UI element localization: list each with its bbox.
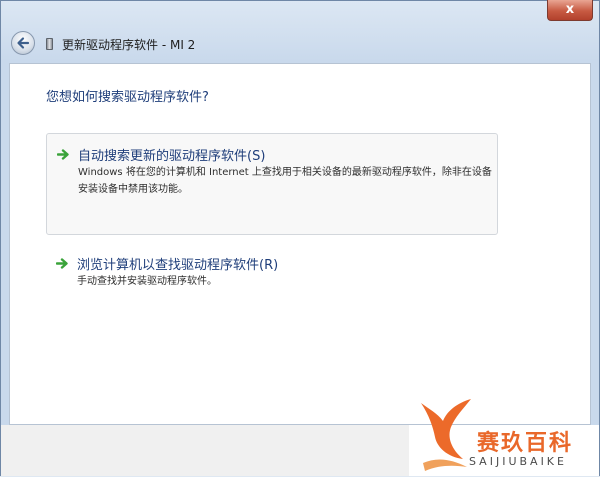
title-bar: 更新驱动程序软件 - MI 2: [1, 27, 599, 63]
watermark-chinese-text: 赛玖百科: [477, 431, 574, 456]
browse-computer-option[interactable]: 浏览计算机以查找驱动程序软件(R) 手动查找并安装驱动程序软件。: [46, 246, 498, 296]
dialog-window: x 更新驱动程序软件 - MI 2 您想如何搜索驱动程序软件? 自动搜索更新的驱…: [0, 0, 600, 476]
question-heading: 您想如何搜索驱动程序软件?: [46, 90, 209, 105]
phone-device-icon: [46, 38, 53, 50]
close-button[interactable]: x: [547, 0, 593, 21]
auto-search-option[interactable]: 自动搜索更新的驱动程序软件(S) Windows 将在您的计算机和 Intern…: [46, 133, 498, 235]
auto-search-description: Windows 将在您的计算机和 Internet 上查找用于相关设备的最新驱动…: [78, 167, 492, 195]
back-button[interactable]: [11, 31, 35, 55]
browse-computer-title[interactable]: 浏览计算机以查找驱动程序软件(R): [77, 254, 278, 273]
watermark: 赛玖百科 SAIJIUBAIKE: [409, 399, 599, 476]
green-arrow-icon: [56, 258, 68, 269]
browse-computer-description: 手动查找并安装驱动程序软件。: [77, 276, 217, 287]
auto-search-title[interactable]: 自动搜索更新的驱动程序软件(S): [78, 145, 265, 164]
content-panel: 您想如何搜索驱动程序软件? 自动搜索更新的驱动程序软件(S) Windows 将…: [9, 63, 591, 425]
whale-tail-logo-icon: [421, 399, 471, 471]
green-arrow-icon: [57, 149, 69, 160]
window-title: 更新驱动程序软件 - MI 2: [62, 38, 196, 52]
close-icon[interactable]: x: [566, 2, 574, 17]
watermark-english-text: SAIJIUBAIKE: [469, 455, 567, 468]
back-arrow-icon[interactable]: [16, 36, 30, 50]
